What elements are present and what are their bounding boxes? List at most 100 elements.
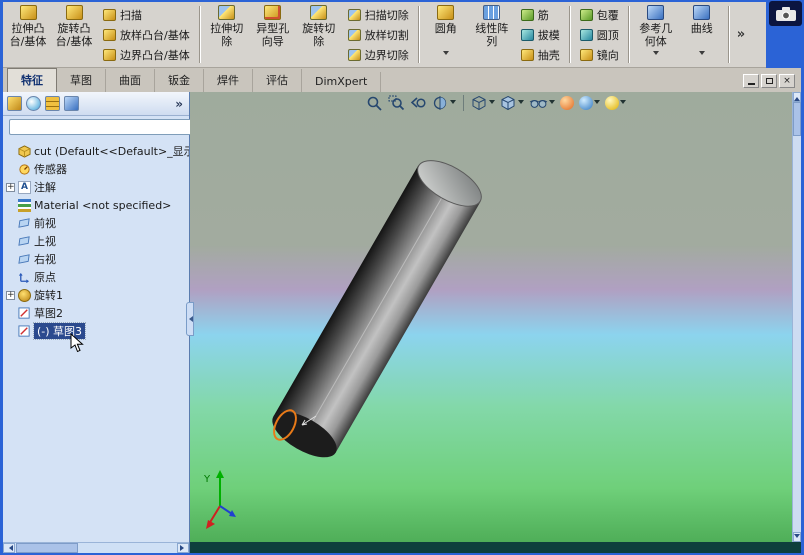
- panel-horizontal-scrollbar[interactable]: [3, 542, 189, 553]
- dome-button[interactable]: 圆顶: [576, 25, 623, 44]
- dropdown-caret-icon[interactable]: [517, 99, 524, 107]
- command-manager-ribbon: 拉伸凸 台/基体 旋转凸 台/基体 扫描 放样凸台/基体 边界凸台/基体 拉伸切…: [3, 2, 766, 68]
- button-label: 除: [221, 35, 233, 48]
- fillet-button[interactable]: 圆角: [423, 3, 469, 66]
- tab-weldments[interactable]: 焊件: [204, 69, 253, 92]
- loft-cut-button[interactable]: 放样切割: [344, 25, 413, 44]
- tree-item-part[interactable]: cut (Default<<Default>_显示: [3, 142, 189, 160]
- scroll-right-button[interactable]: [177, 543, 189, 553]
- extrude-cut-button[interactable]: 拉伸切 除: [204, 3, 250, 66]
- feature-manager-tab-icon[interactable]: [7, 96, 22, 111]
- tree-item-revolve1[interactable]: + 旋转1: [3, 286, 189, 304]
- button-label: 拉伸凸: [11, 22, 45, 35]
- draft-button[interactable]: 拔模: [517, 25, 564, 44]
- tree-item-material[interactable]: Material <not specified>: [3, 196, 189, 214]
- ribbon-separator: [568, 6, 571, 63]
- sweep-cut-icon: [347, 8, 361, 21]
- shell-button[interactable]: 抽壳: [517, 45, 564, 64]
- section-view-icon[interactable]: [432, 95, 456, 111]
- tree-item-top-plane[interactable]: 上视: [3, 232, 189, 250]
- tree-item-origin[interactable]: 原点: [3, 268, 189, 286]
- tree-item-sketch3-selected[interactable]: (-) 草图3: [3, 322, 189, 340]
- curves-button[interactable]: 曲线: [679, 3, 725, 66]
- dropdown-caret-icon[interactable]: [698, 51, 705, 58]
- reference-geometry-button[interactable]: 参考几 何体: [633, 3, 679, 66]
- configuration-manager-tab-icon[interactable]: [45, 96, 60, 111]
- scroll-up-button[interactable]: [793, 92, 801, 102]
- extrude-boss-button[interactable]: 拉伸凸 台/基体: [5, 3, 51, 66]
- tab-surfaces[interactable]: 曲面: [106, 69, 155, 92]
- tab-dimxpert[interactable]: DimXpert: [302, 72, 382, 92]
- zoom-fit-icon[interactable]: [366, 95, 383, 111]
- revolve-cut-button[interactable]: 旋转切 除: [296, 3, 342, 66]
- scroll-left-button[interactable]: [3, 543, 15, 553]
- panel-overflow-chevron[interactable]: »: [175, 97, 185, 111]
- view-settings-icon[interactable]: [604, 96, 626, 110]
- minimize-button[interactable]: [743, 74, 759, 88]
- dropdown-caret-icon[interactable]: [619, 99, 626, 107]
- revolve-boss-button[interactable]: 旋转凸 台/基体: [51, 3, 97, 66]
- tree-item-right-plane[interactable]: 右视: [3, 250, 189, 268]
- dropdown-caret-icon[interactable]: [652, 51, 659, 58]
- graphics-area[interactable]: Y: [190, 92, 801, 542]
- viewport-vertical-scrollbar[interactable]: [792, 92, 801, 542]
- button-label: 放样凸台/基体: [120, 28, 190, 42]
- button-label: 圆顶: [596, 28, 619, 42]
- loft-icon: [103, 28, 116, 41]
- scroll-down-button[interactable]: [793, 532, 801, 542]
- restore-button[interactable]: [761, 74, 777, 88]
- dropdown-caret-icon[interactable]: [442, 51, 449, 58]
- mirror-button[interactable]: 镜向: [576, 45, 623, 64]
- tree-item-label: 上视: [34, 235, 56, 248]
- ribbon-overflow-chevron[interactable]: »: [733, 27, 749, 42]
- tab-sketch[interactable]: 草图: [57, 69, 106, 92]
- cylinder-top-face[interactable]: [409, 150, 490, 217]
- close-button[interactable]: ×: [779, 74, 795, 88]
- button-label: 圆角: [434, 22, 457, 35]
- boundary-icon: [103, 48, 116, 61]
- property-manager-tab-icon[interactable]: [26, 96, 41, 111]
- expander-plus[interactable]: +: [6, 182, 15, 192]
- tab-features[interactable]: 特征: [7, 68, 57, 92]
- zoom-area-icon[interactable]: [388, 95, 405, 111]
- previous-view-icon[interactable]: [410, 95, 427, 111]
- rib-button[interactable]: 筋: [517, 5, 564, 24]
- button-label: 线性阵: [475, 22, 509, 35]
- edit-appearance-icon[interactable]: [559, 96, 574, 110]
- tree-item-sensors[interactable]: 传感器: [3, 160, 189, 178]
- scrollbar-thumb[interactable]: [16, 543, 78, 553]
- dropdown-caret-icon[interactable]: [449, 99, 456, 107]
- sweep-button[interactable]: 扫描: [99, 5, 194, 24]
- tree-item-annotations[interactable]: + A 注解: [3, 178, 189, 196]
- view-orientation-icon[interactable]: [471, 95, 495, 111]
- annotations-icon: A: [18, 180, 31, 194]
- tree-item-front-plane[interactable]: 前视: [3, 214, 189, 232]
- loft-button[interactable]: 放样凸台/基体: [99, 25, 194, 44]
- dropdown-caret-icon[interactable]: [548, 99, 555, 107]
- display-style-icon[interactable]: [500, 95, 524, 111]
- dimxpert-manager-tab-icon[interactable]: [64, 96, 79, 111]
- reference-geometry-icon: [647, 5, 665, 20]
- scrollbar-thumb[interactable]: [793, 102, 801, 136]
- linear-pattern-button[interactable]: 线性阵 列: [469, 3, 515, 66]
- dropdown-caret-icon[interactable]: [593, 99, 600, 107]
- dropdown-caret-icon[interactable]: [488, 99, 495, 107]
- tree-filter-input[interactable]: [9, 119, 192, 135]
- triad-y-label: Y: [203, 474, 211, 485]
- tree-item-sketch2[interactable]: 草图2: [3, 304, 189, 322]
- hole-wizard-button[interactable]: 异型孔 向导: [250, 3, 296, 66]
- hide-show-items-icon[interactable]: [529, 95, 555, 111]
- dome-icon: [579, 28, 593, 41]
- sweep-cut-button[interactable]: 扫描切除: [344, 5, 413, 24]
- tree-item-label: 传感器: [34, 163, 67, 176]
- tab-evaluate[interactable]: 评估: [253, 69, 302, 92]
- apply-scene-icon[interactable]: [578, 96, 600, 110]
- expander-plus[interactable]: +: [6, 290, 15, 300]
- tab-sheet-metal[interactable]: 钣金: [155, 69, 204, 92]
- boundary-cut-button[interactable]: 边界切除: [344, 45, 413, 64]
- cylinder-model[interactable]: [265, 150, 490, 467]
- panel-collapse-tab[interactable]: [186, 302, 194, 336]
- screen-capture-button[interactable]: [769, 1, 802, 26]
- boundary-button[interactable]: 边界凸台/基体: [99, 45, 194, 64]
- wrap-button[interactable]: 包覆: [576, 5, 623, 24]
